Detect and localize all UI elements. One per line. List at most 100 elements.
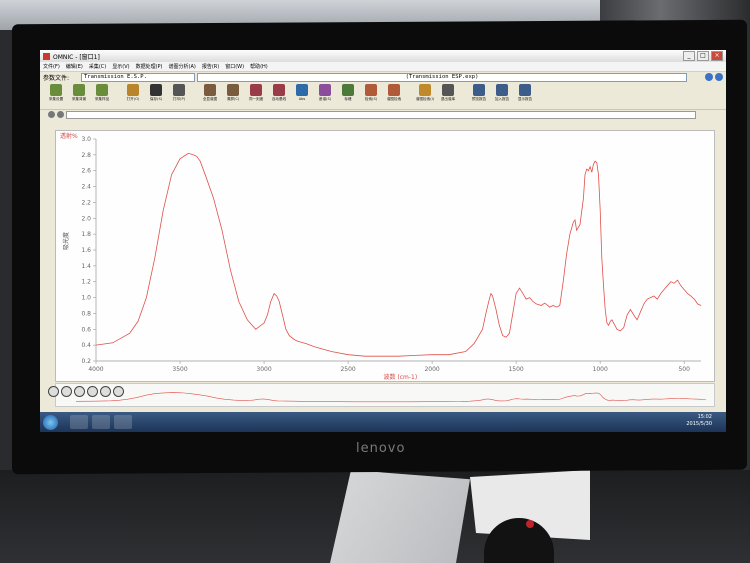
- region-tool-icon[interactable]: [61, 386, 72, 397]
- y-tick-label: 2.4: [81, 184, 91, 191]
- menu-process[interactable]: 数据处理(P): [136, 63, 163, 70]
- collect-setup-icon: [50, 84, 62, 96]
- toolbar-button-8[interactable]: 同一刻度: [245, 82, 267, 102]
- toolbar-button-2[interactable]: 采集样品: [91, 82, 113, 102]
- toolbar-button-14[interactable]: 谱图检索: [383, 82, 405, 102]
- x-tick-label: 1500: [508, 366, 523, 373]
- spectrum-title-field[interactable]: [66, 110, 696, 119]
- overview-pane[interactable]: [55, 383, 715, 407]
- collect-sample-icon: [96, 84, 108, 96]
- toolbar-label: 保存(S): [149, 97, 163, 101]
- toolbar-button-10[interactable]: Abs: [291, 82, 313, 101]
- toolbar-button-0[interactable]: 采集设置: [45, 82, 67, 102]
- toolbar-button-19[interactable]: 显示报告: [514, 82, 536, 102]
- toolbar-button-5[interactable]: 打印(P): [168, 82, 190, 102]
- annotation-tool-icon[interactable]: [100, 386, 111, 397]
- y-tick-label: 0.8: [81, 310, 91, 317]
- spectrum-label: 透射%: [60, 132, 78, 140]
- clear-icon: [227, 84, 239, 96]
- peak-label-icon: [342, 84, 354, 96]
- y-tick-label: 1.6: [81, 247, 91, 254]
- experiment-label: 参数文件:: [43, 74, 70, 82]
- x-tick-label: 500: [678, 366, 690, 373]
- x-tick-label: 2000: [424, 366, 439, 373]
- toolbar-button-9[interactable]: 自动基线: [268, 82, 290, 102]
- title-bar: OMNIC - [窗口1] _ □ ×: [40, 50, 726, 62]
- window-title: OMNIC - [窗口1]: [53, 53, 100, 61]
- menu-report[interactable]: 报告(R): [202, 63, 219, 70]
- y-tick-label: 0.6: [81, 326, 91, 333]
- menu-view[interactable]: 显示(V): [112, 63, 129, 70]
- toolbar-button-1[interactable]: 采集背景: [68, 82, 90, 102]
- spectrum-plot[interactable]: 0.2 0.4 0.6 0.8 1.0 1.2 1.4 1.6 1.8 2.0 2.2 2.4 2.6 2…: [55, 130, 715, 382]
- toolbar-button-4[interactable]: 保存(S): [145, 82, 167, 102]
- taskbar-omnic[interactable]: [114, 415, 132, 429]
- spectrum-line: [95, 152, 702, 357]
- menu-collect[interactable]: 采集(C): [89, 63, 106, 70]
- toolbar-button-18[interactable]: 加入报告: [491, 82, 513, 102]
- toolbar-button-7[interactable]: 清屏(C): [222, 82, 244, 102]
- toolbar-button-6[interactable]: 全显谱图: [199, 82, 221, 102]
- taskbar-folder[interactable]: [92, 415, 110, 429]
- toolbar: 采集设置 采集背景 采集样品 打开(O) 保存(S) 打印(P) 全显谱图 清屏(C) 同一刻度…: [40, 82, 726, 110]
- select-tool-icon[interactable]: [48, 386, 59, 397]
- toolbar-label: 谱图检索: [386, 97, 402, 101]
- toolbar-label: 清屏(C): [226, 97, 240, 101]
- experiment-select[interactable]: (Transmission ESP.exp): [197, 72, 687, 82]
- experiment-file-field[interactable]: Transmission E.S.P.: [81, 72, 195, 82]
- omnic-window: OMNIC - [窗口1] _ □ × 文件(F) 编辑(E) 采集(C) 显示…: [40, 50, 726, 432]
- paper: [330, 470, 470, 563]
- toolbar-label: 全显谱图: [202, 97, 218, 101]
- toolbar-button-3[interactable]: 打开(O): [122, 82, 144, 102]
- nav-left-icon[interactable]: [48, 111, 55, 118]
- toolbar-label: 标峰: [344, 97, 352, 101]
- toolbar-label: 打印(P): [172, 97, 186, 101]
- full-scale-icon: [204, 84, 216, 96]
- close-button[interactable]: ×: [711, 51, 723, 61]
- magnify-icon: [419, 84, 431, 96]
- collect-background-icon: [73, 84, 85, 96]
- toolbar-button-15[interactable]: 谱图检索(I): [414, 82, 436, 102]
- toolbar-button-16[interactable]: 退出谱库: [437, 82, 459, 102]
- start-button[interactable]: [43, 415, 58, 430]
- toolbar-button-13[interactable]: 检索(S): [360, 82, 382, 102]
- toolbar-label: 显示报告: [517, 97, 533, 101]
- toolbar-label: 打开(O): [126, 97, 140, 101]
- subtract-icon: [319, 84, 331, 96]
- toolbar-button-12[interactable]: 标峰: [337, 82, 359, 102]
- taskbar-explorer[interactable]: [70, 415, 88, 429]
- spectrum-chart: 0.2 0.4 0.6 0.8 1.0 1.2 1.4 1.6 1.8 2.0 2.2 2.4 2.6 2…: [60, 132, 702, 381]
- text-tool-icon[interactable]: [113, 386, 124, 397]
- y-tick-label: 3.0: [81, 136, 91, 143]
- menu-window[interactable]: 窗口(W): [225, 63, 244, 70]
- peak-height-tool-icon[interactable]: [74, 386, 85, 397]
- menu-edit[interactable]: 编辑(E): [66, 63, 83, 70]
- maximize-button[interactable]: □: [697, 51, 709, 61]
- toolbar-label: Abs: [298, 97, 306, 101]
- auto-baseline-icon: [273, 84, 285, 96]
- y-tick-label: 2.0: [81, 215, 91, 222]
- menu-analyze[interactable]: 谱图分析(A): [169, 63, 196, 70]
- menu-file[interactable]: 文件(F): [43, 63, 60, 70]
- help-icon[interactable]: [715, 73, 723, 81]
- toolbar-label: 检索(S): [364, 97, 378, 101]
- toolbar-label: 谱图检索(I): [415, 97, 435, 101]
- menu-help[interactable]: 帮助(H): [250, 63, 268, 70]
- minimize-button[interactable]: _: [683, 51, 695, 61]
- x-axis-label: 波数 (cm-1): [384, 373, 418, 381]
- experiment-bar: 参数文件: Transmission E.S.P. (Transmission …: [40, 72, 726, 82]
- y-tick-label: 1.8: [81, 231, 91, 238]
- x-tick-label: 3500: [172, 366, 187, 373]
- peak-area-tool-icon[interactable]: [87, 386, 98, 397]
- search-library-icon: [365, 84, 377, 96]
- y-tick-label: 1.0: [81, 295, 91, 302]
- toolbar-button-11[interactable]: 差谱(S): [314, 82, 336, 102]
- system-clock[interactable]: 15:02 2015/5/30: [686, 414, 712, 428]
- experiment-setup-icon[interactable]: [705, 73, 713, 81]
- x-tick-label: 3000: [256, 366, 271, 373]
- toolbar-button-17[interactable]: 预览报告: [468, 82, 490, 102]
- clock-date: 2015/5/30: [686, 421, 712, 427]
- nav-right-icon[interactable]: [57, 111, 64, 118]
- toolbar-label: 预览报告: [471, 97, 487, 101]
- show-report-icon: [519, 84, 531, 96]
